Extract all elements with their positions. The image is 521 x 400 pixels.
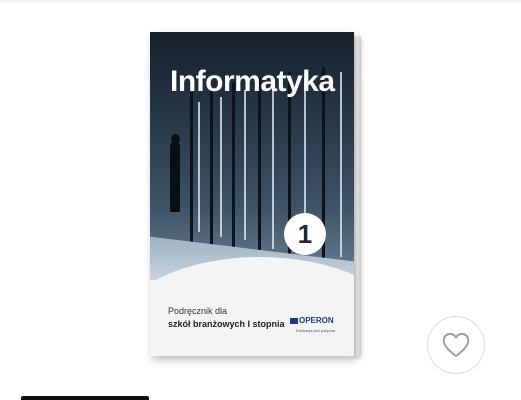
publisher-logo: OPERON [290,316,334,325]
heart-outline-icon [442,332,470,358]
book-title: Informatyka [170,65,335,98]
bottom-tab-indicator [21,396,149,400]
volume-badge: 1 [284,213,326,255]
book-front-cover: Informatyka 1 Podręcznik dla szkół branż… [150,32,354,356]
book-subtitle-line1: Podręcznik dla [168,306,228,316]
publisher-tagline: Edukacja jest potężna [296,328,336,333]
book-cover-image: Informatyka 1 Podręcznik dla szkół branż… [150,32,361,358]
book-subtitle-line2: szkół branżowych I stopnia [168,319,285,329]
wishlist-button[interactable] [427,316,485,374]
